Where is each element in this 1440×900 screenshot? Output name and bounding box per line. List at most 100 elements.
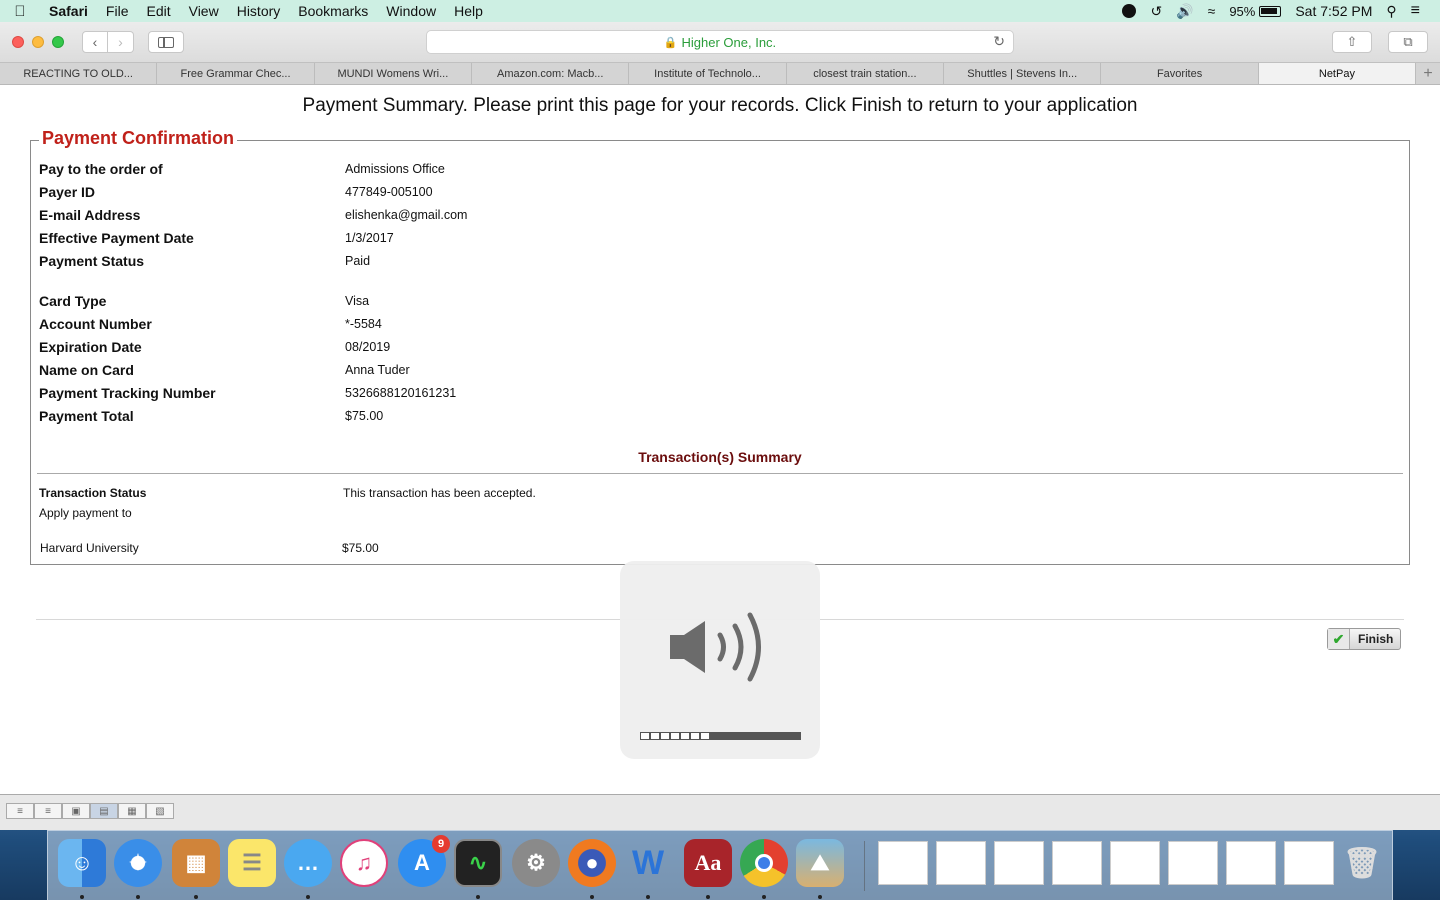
menu-bookmarks[interactable]: Bookmarks — [289, 3, 377, 19]
volume-segment — [780, 732, 790, 740]
view-list-icon[interactable]: ≡ — [6, 803, 34, 819]
menu-app-safari[interactable]: Safari — [40, 3, 97, 19]
window-minimize-button[interactable] — [32, 36, 44, 48]
page-heading: Payment Summary. Please print this page … — [302, 95, 1138, 116]
notes-icon[interactable]: ☰ — [228, 839, 276, 887]
sidebar-icon — [158, 36, 174, 48]
volume-segment — [700, 732, 710, 740]
tab-shuttles[interactable]: Shuttles | Stevens In... — [944, 63, 1102, 84]
tab-mundi[interactable]: MUNDI Womens Wri... — [315, 63, 473, 84]
battery-status[interactable]: 95% — [1229, 3, 1282, 19]
volume-icon[interactable]: 🔊 — [1176, 3, 1193, 20]
field-label: Payment Tracking Number — [39, 385, 216, 401]
tab-netpay[interactable]: NetPay — [1258, 63, 1417, 84]
field-label: Pay to the order of — [39, 161, 163, 177]
field-value: Visa — [345, 294, 370, 308]
window-maximize-button[interactable] — [52, 36, 64, 48]
field-label: Effective Payment Date — [39, 230, 194, 246]
trash-icon[interactable]: 🗑 — [1338, 839, 1386, 887]
reload-icon[interactable]: ↻ — [993, 33, 1005, 50]
field-row-name-on-card: Name on Card Anna Tuder — [39, 362, 410, 378]
field-value: 08/2019 — [345, 340, 391, 354]
volume-segment — [730, 732, 740, 740]
firefox-icon[interactable]: ● — [568, 839, 616, 887]
running-indicator — [590, 895, 594, 899]
view-grid-icon[interactable]: ▧ — [146, 803, 174, 819]
menu-edit[interactable]: Edit — [137, 3, 179, 19]
preview-icon[interactable]: ⛰ — [796, 839, 844, 887]
new-tab-button[interactable]: + — [1416, 63, 1440, 84]
minimized-window-thumbnail[interactable] — [994, 841, 1044, 885]
back-button[interactable]: ‹ — [82, 31, 108, 53]
field-value: $75.00 — [345, 409, 384, 423]
checkmark-icon: ✔ — [1328, 629, 1350, 649]
calculator-icon[interactable]: ▦ — [172, 839, 220, 887]
view-columns-icon[interactable]: ▦ — [118, 803, 146, 819]
spotlight-search-icon[interactable]: ⚲ — [1386, 3, 1396, 20]
clock[interactable]: Sat 7:52 PM — [1295, 3, 1372, 19]
forward-button[interactable]: › — [108, 31, 134, 53]
messages-icon[interactable]: … — [284, 839, 332, 887]
running-indicator — [706, 895, 710, 899]
notification-center-icon[interactable]: ≡ — [1411, 2, 1420, 20]
status-app-icon[interactable] — [1122, 4, 1137, 18]
menu-view[interactable]: View — [180, 3, 228, 19]
address-text: Higher One, Inc. — [681, 34, 777, 50]
dock: ☺ ✦ ▦ ☰ … ♫ A9 ∿ ⚙ ● W Aa ⛰ 🗑 — [47, 830, 1393, 900]
transaction-status-value: This transaction has been accepted. — [343, 486, 536, 500]
volume-segment — [740, 732, 750, 740]
activity-monitor-icon[interactable]: ∿ — [454, 839, 502, 887]
field-row-payment-date: Effective Payment Date 1/3/2017 — [39, 230, 394, 246]
volume-segment — [670, 732, 680, 740]
field-label: Expiration Date — [39, 339, 142, 355]
menu-bar:  Safari File Edit View History Bookmark… — [0, 0, 1440, 22]
running-indicator — [476, 895, 480, 899]
wifi-icon[interactable]: ≈ — [1208, 3, 1216, 19]
share-button[interactable]: ⇧ — [1332, 31, 1372, 53]
minimized-window-thumbnail[interactable] — [1110, 841, 1160, 885]
apple-menu-icon[interactable]:  — [0, 3, 40, 20]
menu-history[interactable]: History — [228, 3, 290, 19]
volume-segment — [720, 732, 730, 740]
view-thumbnail-icon[interactable]: ▣ — [62, 803, 90, 819]
address-bar[interactable]: 🔒 Higher One, Inc. ↻ — [426, 30, 1014, 54]
minimized-window-thumbnail[interactable] — [1168, 841, 1218, 885]
time-machine-icon[interactable]: ↺ — [1150, 3, 1162, 20]
finish-button[interactable]: ✔ Finish — [1327, 628, 1401, 650]
word-icon[interactable]: W — [624, 839, 672, 887]
minimized-window-thumbnail[interactable] — [1226, 841, 1276, 885]
volume-segment — [760, 732, 770, 740]
battery-percent: 95% — [1229, 3, 1256, 19]
tab-train-station[interactable]: closest train station... — [787, 63, 945, 84]
minimized-window-thumbnail[interactable] — [1284, 841, 1334, 885]
minimized-window-thumbnail[interactable] — [936, 841, 986, 885]
tab-reacting[interactable]: REACTING TO OLD... — [0, 63, 158, 84]
transaction-status-label: Transaction Status — [39, 486, 147, 500]
chrome-icon[interactable] — [740, 839, 788, 887]
view-outline-icon[interactable]: ≡ — [34, 803, 62, 819]
minimized-window-thumbnail[interactable] — [878, 841, 928, 885]
tab-favorites[interactable]: Favorites — [1101, 63, 1259, 84]
sidebar-toggle-button[interactable] — [148, 31, 184, 53]
tab-overview-button[interactable]: ⧉ — [1388, 31, 1428, 53]
window-close-button[interactable] — [12, 36, 24, 48]
itunes-icon[interactable]: ♫ — [340, 839, 388, 887]
safari-icon[interactable]: ✦ — [114, 839, 162, 887]
field-row-email: E-mail Address elishenka@gmail.com — [39, 207, 467, 223]
tab-grammar[interactable]: Free Grammar Chec... — [157, 63, 315, 84]
payee-amount: $75.00 — [342, 541, 379, 555]
payment-confirmation-panel: Payment Confirmation Pay to the order of… — [30, 128, 1410, 565]
dictionary-icon[interactable]: Aa — [684, 839, 732, 887]
menu-file[interactable]: File — [97, 3, 138, 19]
view-page-icon[interactable]: ▤ — [90, 803, 118, 819]
field-row-card-type: Card Type Visa — [39, 293, 369, 309]
field-label: Payer ID — [39, 184, 96, 200]
finder-icon[interactable]: ☺ — [58, 839, 106, 887]
minimized-window-thumbnail[interactable] — [1052, 841, 1102, 885]
menu-window[interactable]: Window — [377, 3, 445, 19]
tab-institute[interactable]: Institute of Technolo... — [629, 63, 787, 84]
app-store-icon[interactable]: A9 — [398, 835, 450, 887]
menu-help[interactable]: Help — [445, 3, 492, 19]
system-preferences-icon[interactable]: ⚙ — [512, 839, 560, 887]
tab-amazon[interactable]: Amazon.com: Macb... — [472, 63, 630, 84]
